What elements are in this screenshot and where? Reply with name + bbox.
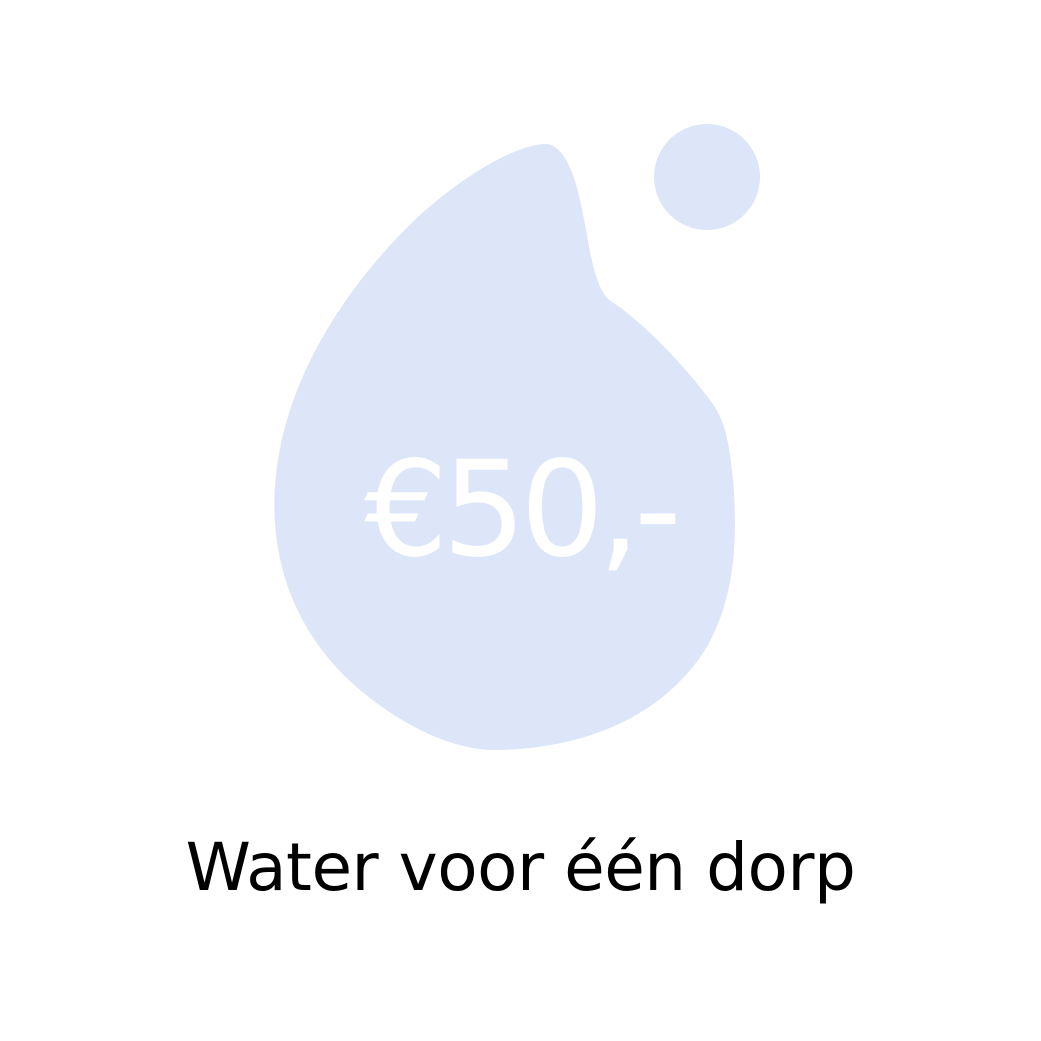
donation-card[interactable]: €50,- Water voor één dorp	[0, 0, 1041, 1041]
price-label: €50,-	[364, 433, 682, 587]
caption-title: Water voor één dorp	[185, 829, 856, 906]
water-bubble-icon	[654, 124, 760, 230]
